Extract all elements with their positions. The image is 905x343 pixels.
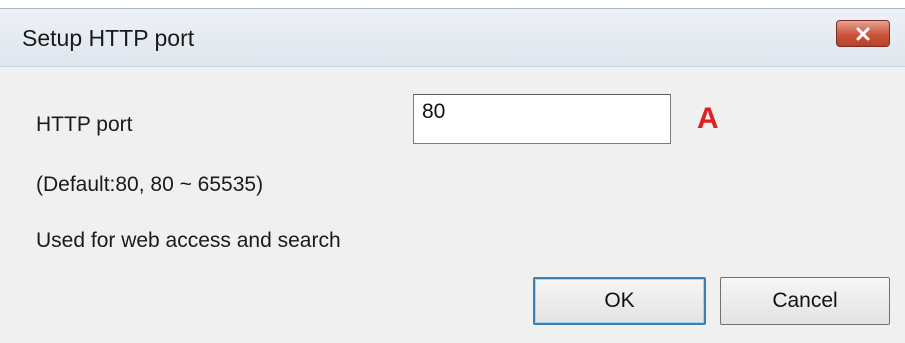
ok-button[interactable]: OK: [533, 277, 706, 325]
setup-http-port-dialog: Setup HTTP port HTTP port A (Default:80,…: [0, 8, 905, 343]
close-icon: [856, 27, 870, 40]
close-button[interactable]: [836, 20, 890, 47]
usage-hint: Used for web access and search: [36, 229, 341, 252]
cancel-button[interactable]: Cancel: [720, 277, 890, 325]
dialog-titlebar[interactable]: Setup HTTP port: [0, 9, 905, 67]
http-port-label: HTTP port: [36, 113, 133, 136]
annotation-marker-a: A: [697, 102, 719, 135]
default-range-hint: (Default:80, 80 ~ 65535): [36, 173, 264, 196]
dialog-title: Setup HTTP port: [22, 25, 195, 51]
http-port-input[interactable]: [413, 94, 671, 144]
